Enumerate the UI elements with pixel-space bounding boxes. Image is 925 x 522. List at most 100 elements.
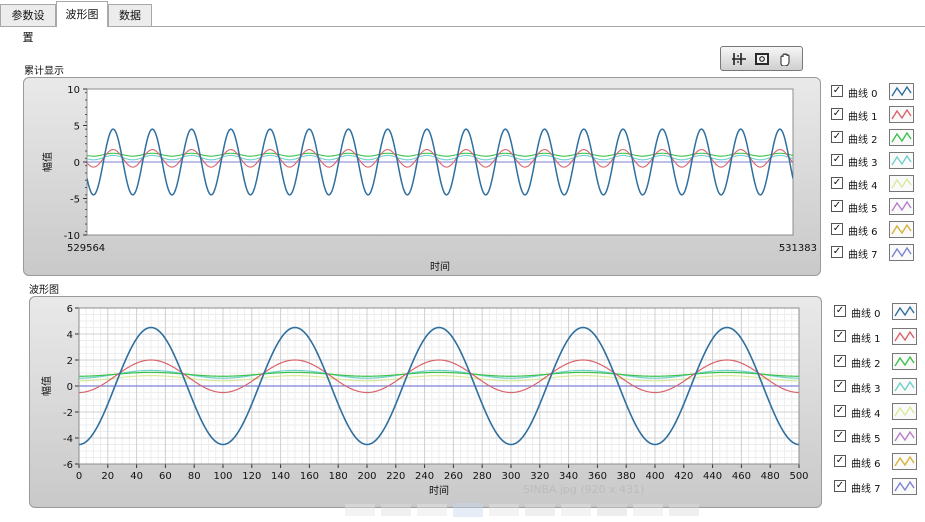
- tab-bar: 参数设置 波形图 数据: [0, 0, 925, 44]
- legend-item[interactable]: ✓ 曲线 2: [831, 129, 921, 147]
- graph-2-frame: 0 20 40 60 80 100 120 140 160 180 200 220 240 260 280 3…: [29, 296, 822, 508]
- legend-label: 曲线 3: [851, 384, 881, 395]
- legend-checkbox[interactable]: ✓: [831, 85, 843, 97]
- plot-style-swatch[interactable]: [892, 303, 917, 320]
- tab-waveform[interactable]: 波形图: [56, 1, 108, 27]
- x-tick-label: 240: [415, 471, 434, 482]
- graph-1-title: 累计显示: [24, 66, 64, 77]
- graph-1-frame: 10 5 0 -5 -10 幅值 529564 531383 时间: [23, 77, 821, 276]
- y-axis-label: 幅值: [41, 152, 54, 172]
- legend-label: 曲线 4: [848, 181, 878, 192]
- legend-checkbox[interactable]: ✓: [834, 380, 846, 392]
- y-tick-label: 4: [67, 330, 73, 341]
- legend-checkbox[interactable]: ✓: [834, 480, 846, 492]
- legend-item[interactable]: ✓ 曲线 3: [834, 378, 924, 396]
- x-tick-label: 120: [242, 471, 261, 482]
- legend-checkbox[interactable]: ✓: [831, 131, 843, 143]
- legend-item[interactable]: ✓ 曲线 4: [831, 175, 921, 193]
- y-tick-label: 0: [74, 158, 80, 169]
- tab-parameter-settings[interactable]: 参数设置: [0, 4, 56, 44]
- plot-style-swatch[interactable]: [892, 428, 917, 445]
- legend-checkbox[interactable]: ✓: [831, 108, 843, 120]
- plot-style-swatch[interactable]: [889, 198, 914, 215]
- legend-item[interactable]: ✓ 曲线 2: [834, 353, 924, 371]
- cumulative-display-chart[interactable]: 10 5 0 -5 -10 幅值 529564 531383 时间: [24, 78, 822, 277]
- x-tick-label: 80: [188, 471, 201, 482]
- cursor-icon[interactable]: [753, 51, 771, 67]
- legend-checkbox[interactable]: ✓: [831, 246, 843, 258]
- legend-item[interactable]: ✓ 曲线 5: [834, 428, 924, 446]
- x-tick-label: 340: [559, 471, 578, 482]
- plot-style-swatch[interactable]: [889, 129, 914, 146]
- plot-style-swatch[interactable]: [889, 175, 914, 192]
- y-axis-label: 幅值: [40, 376, 53, 396]
- legend-checkbox[interactable]: ✓: [831, 154, 843, 166]
- y-tick-label: 2: [67, 356, 73, 367]
- plot-style-swatch[interactable]: [889, 106, 914, 123]
- legend-checkbox[interactable]: ✓: [831, 177, 843, 189]
- legend-item[interactable]: ✓ 曲线 6: [831, 221, 921, 239]
- x-tick-label: 200: [357, 471, 376, 482]
- legend-label: 曲线 2: [851, 359, 881, 370]
- tab-data[interactable]: 数据: [108, 4, 152, 26]
- graph-2-title: 波形图: [29, 285, 59, 296]
- legend-label: 曲线 5: [851, 434, 881, 445]
- x-min-label: 529564: [67, 243, 105, 254]
- plot-style-swatch[interactable]: [889, 83, 914, 100]
- legend-checkbox[interactable]: ✓: [831, 223, 843, 235]
- legend-label: 曲线 7: [848, 250, 878, 261]
- y-tick-label: -5: [70, 195, 80, 206]
- legend-label: 曲线 4: [851, 409, 881, 420]
- plot-style-swatch[interactable]: [892, 353, 917, 370]
- legend-checkbox[interactable]: ✓: [834, 355, 846, 367]
- y-tick-label: -4: [63, 434, 73, 445]
- plot-style-swatch[interactable]: [892, 328, 917, 345]
- legend-item[interactable]: ✓ 曲线 4: [834, 403, 924, 421]
- plot-style-swatch[interactable]: [889, 221, 914, 238]
- plot-style-swatch[interactable]: [889, 152, 914, 169]
- x-tick-label: 180: [329, 471, 348, 482]
- legend-checkbox[interactable]: ✓: [831, 200, 843, 212]
- x-tick-label: 460: [732, 471, 751, 482]
- plot-style-swatch[interactable]: [892, 453, 917, 470]
- legend-checkbox[interactable]: ✓: [834, 430, 846, 442]
- legend-checkbox[interactable]: ✓: [834, 455, 846, 467]
- legend-label: 曲线 2: [848, 135, 878, 146]
- plot-style-swatch[interactable]: [892, 378, 917, 395]
- legend-label: 曲线 3: [848, 158, 878, 169]
- legend-item[interactable]: ✓ 曲线 6: [834, 453, 924, 471]
- legend-label: 曲线 1: [848, 112, 878, 123]
- plot-style-swatch[interactable]: [889, 244, 914, 261]
- x-tick-label: 360: [588, 471, 607, 482]
- x-tick-label: 0: [76, 471, 82, 482]
- legend-item[interactable]: ✓ 曲线 1: [834, 328, 924, 346]
- x-tick-label: 280: [473, 471, 492, 482]
- y-tick-label: -10: [64, 231, 80, 242]
- legend-label: 曲线 1: [851, 334, 881, 345]
- x-tick-label: 420: [674, 471, 693, 482]
- legend-checkbox[interactable]: ✓: [834, 405, 846, 417]
- legend-item[interactable]: ✓ 曲线 0: [834, 303, 924, 321]
- legend-checkbox[interactable]: ✓: [834, 305, 846, 317]
- legend-item[interactable]: ✓ 曲线 7: [831, 244, 921, 262]
- x-tick-label: 60: [159, 471, 172, 482]
- pan-icon[interactable]: [776, 51, 794, 67]
- y-tick-label: -2: [63, 408, 73, 419]
- legend-item[interactable]: ✓ 曲线 7: [834, 478, 924, 496]
- graph-tools-palette: [720, 46, 803, 71]
- legend-label: 曲线 6: [851, 459, 881, 470]
- zoom-icon[interactable]: [730, 51, 748, 67]
- plot-style-swatch[interactable]: [892, 403, 917, 420]
- legend-item[interactable]: ✓ 曲线 1: [831, 106, 921, 124]
- y-tick-label: 10: [67, 85, 80, 96]
- x-tick-label: 40: [130, 471, 143, 482]
- legend-item[interactable]: ✓ 曲线 5: [831, 198, 921, 216]
- y-tick-label: 0: [67, 382, 73, 393]
- waveform-chart[interactable]: 0 20 40 60 80 100 120 140 160 180 200 220 240 260 280 3…: [30, 297, 823, 509]
- graph-1-legend: ✓ 曲线 0 ✓ 曲线 1 ✓ 曲线 2 ✓ 曲线 3 ✓ 曲线 4 ✓ 曲线 5 ✓ 曲线 6 ✓ 曲线 7: [831, 83, 923, 263]
- legend-item[interactable]: ✓ 曲线 0: [831, 83, 921, 101]
- legend-item[interactable]: ✓ 曲线 3: [831, 152, 921, 170]
- x-tick-label: 380: [617, 471, 636, 482]
- plot-style-swatch[interactable]: [892, 478, 917, 495]
- legend-checkbox[interactable]: ✓: [834, 330, 846, 342]
